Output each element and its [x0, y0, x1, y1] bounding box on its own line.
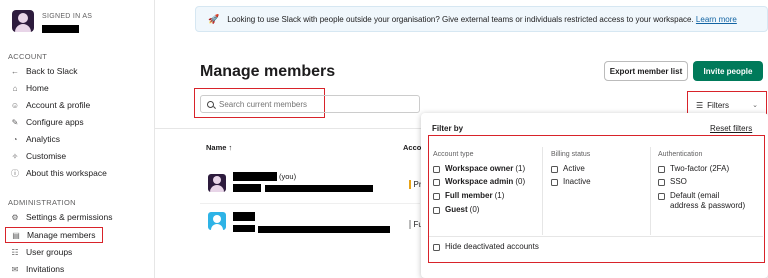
sidebar-item-invitations[interactable]: ✉ Invitations [10, 262, 65, 276]
billing-status-header: Billing status [551, 151, 591, 158]
redacted-username [42, 25, 79, 33]
column-divider [650, 147, 651, 235]
filter-panel-title: Filter by [432, 124, 464, 133]
sidebar: SIGNED IN AS ACCOUNT ← Back to Slack ⌂ H… [0, 0, 155, 278]
filter-workspace-admin[interactable]: Workspace admin (0) [433, 177, 525, 187]
filter-guest[interactable]: Guest (0) [433, 205, 479, 215]
sidebar-item-about-workspace[interactable]: ⓘ About this workspace [10, 166, 107, 180]
filter-active[interactable]: Active [551, 164, 585, 174]
banner-text: Looking to use Slack with people outside… [227, 14, 737, 24]
column-divider [542, 147, 543, 235]
row-divider [200, 203, 420, 204]
filter-two-factor[interactable]: Two-factor (2FA) [658, 164, 729, 174]
wrench-icon: ✎ [11, 117, 19, 127]
filter-hide-deactivated[interactable]: Hide deactivated accounts [433, 242, 539, 252]
user-groups-icon: ☷ [11, 247, 19, 257]
sidebar-item-customise[interactable]: ✧ Customise [10, 149, 67, 163]
sidebar-item-label: Analytics [26, 134, 61, 144]
sidebar-item-settings-permissions[interactable]: ⚙ Settings & permissions [10, 210, 112, 224]
sidebar-item-label: Manage members [27, 230, 96, 240]
admin-section-header: ADMINISTRATION [8, 198, 76, 207]
avatar [208, 212, 226, 230]
checkbox[interactable] [658, 165, 665, 173]
sidebar-item-back-to-slack[interactable]: ← Back to Slack [10, 64, 78, 78]
sidebar-item-account-profile[interactable]: ☺ Account & profile [10, 98, 90, 112]
sidebar-item-label: Back to Slack [26, 66, 78, 76]
sidebar-item-label: Settings & permissions [26, 212, 113, 222]
sidebar-item-configure-apps[interactable]: ✎ Configure apps [10, 115, 84, 129]
redacted-display-name [233, 184, 261, 192]
sidebar-item-label: User groups [26, 247, 73, 257]
filters-label: Filters [707, 100, 729, 110]
app-root: SIGNED IN AS ACCOUNT ← Back to Slack ⌂ H… [0, 0, 768, 278]
external-access-banner: 🚀 Looking to use Slack with people outsi… [195, 6, 768, 32]
learn-more-link[interactable]: Learn more [696, 15, 737, 24]
search-icon [207, 100, 214, 108]
sidebar-item-home[interactable]: ⌂ Home [10, 81, 49, 95]
redacted-name [233, 172, 277, 181]
divider [429, 236, 763, 237]
sidebar-item-label: Home [26, 83, 49, 93]
sidebar-item-analytics[interactable]: ◔ Analytics [10, 132, 60, 146]
profile-icon: ☺ [10, 100, 20, 110]
search-input[interactable] [219, 99, 399, 109]
export-member-list-button[interactable]: Export member list [604, 61, 688, 81]
redacted-display-name [233, 225, 255, 232]
sidebar-item-label: Customise [26, 151, 67, 161]
invitations-icon: ✉ [11, 264, 19, 274]
filter-inactive[interactable]: Inactive [551, 177, 591, 187]
filter-default-auth[interactable]: Default (email address & password) [658, 191, 750, 211]
checkbox[interactable] [433, 192, 440, 200]
you-label: (you) [279, 172, 297, 181]
reset-filters-link[interactable]: Reset filters [710, 124, 752, 133]
authentication-header: Authentication [658, 151, 703, 158]
checkbox[interactable] [658, 178, 665, 186]
redacted-email [265, 185, 373, 192]
sliders-icon: ☰ [696, 100, 704, 110]
filter-sso[interactable]: SSO [658, 177, 687, 187]
search-field[interactable] [200, 95, 420, 113]
sidebar-item-label: Invitations [26, 264, 65, 274]
home-icon: ⌂ [12, 83, 18, 93]
sidebar-item-label: Account & profile [26, 100, 91, 110]
filter-workspace-owner[interactable]: Workspace owner (1) [433, 164, 525, 174]
checkbox[interactable] [658, 192, 665, 200]
account-type-header: Account type [433, 151, 474, 158]
avatar [12, 10, 34, 32]
checkbox[interactable] [551, 178, 558, 186]
redacted-name [233, 212, 255, 221]
analytics-icon: ◔ [12, 134, 18, 144]
avatar [208, 174, 226, 192]
checkbox[interactable] [551, 165, 558, 173]
redacted-email [258, 226, 390, 233]
sidebar-item-manage-members[interactable]: ▤ Manage members [5, 227, 103, 243]
invite-people-button[interactable]: Invite people [693, 61, 763, 81]
checkbox[interactable] [433, 206, 440, 214]
sparkle-icon: ✧ [11, 151, 19, 161]
checkbox[interactable] [433, 165, 440, 173]
arrow-left-icon: ← [11, 66, 19, 76]
checkbox[interactable] [433, 243, 440, 251]
info-icon: ⓘ [11, 168, 19, 178]
filters-button[interactable]: ☰ Filters ⌄ [692, 96, 762, 114]
signed-in-block: SIGNED IN AS [12, 10, 92, 38]
account-section-header: ACCOUNT [8, 52, 48, 61]
column-header-name[interactable]: Name ↑ [206, 143, 232, 152]
signed-in-label: SIGNED IN AS [42, 13, 93, 20]
members-icon: ▤ [12, 230, 20, 240]
chevron-down-icon: ⌄ [752, 102, 758, 109]
page-title: Manage members [200, 63, 336, 80]
filter-full-member[interactable]: Full member (1) [433, 191, 504, 201]
rocket-icon: 🚀 [208, 13, 220, 24]
sidebar-item-label: About this workspace [26, 168, 107, 178]
column-header-account[interactable]: Acco [403, 143, 421, 152]
sidebar-item-user-groups[interactable]: ☷ User groups [10, 245, 72, 259]
sidebar-item-label: Configure apps [26, 117, 84, 127]
gear-icon: ⚙ [11, 212, 19, 222]
checkbox[interactable] [433, 178, 440, 186]
